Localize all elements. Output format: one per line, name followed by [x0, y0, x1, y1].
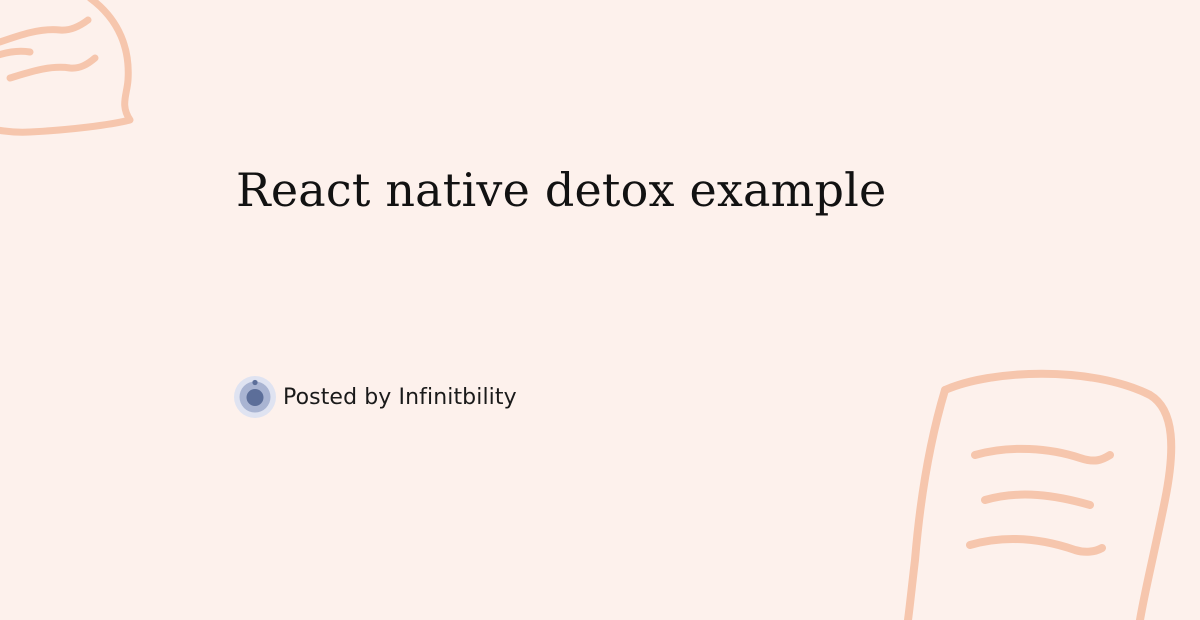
avatar-logo-icon — [234, 376, 276, 418]
chat-bubble-doodle-icon — [0, 0, 134, 136]
byline-text: Posted by Infinitbility — [283, 384, 517, 410]
chat-bubble-doodle-icon — [904, 369, 1176, 620]
author-byline: Posted by Infinitbility — [233, 375, 517, 419]
og-card: React native detox example Posted by Inf… — [0, 0, 1200, 620]
post-title: React native detox example — [236, 163, 887, 217]
